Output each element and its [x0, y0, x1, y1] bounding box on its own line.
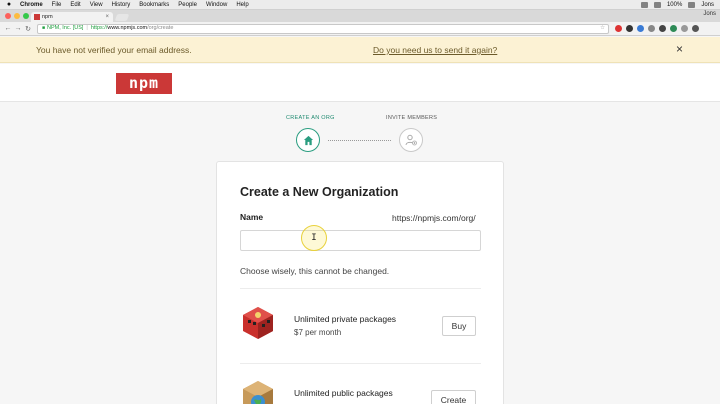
step-create-org-label: CREATE AN ORG	[286, 115, 335, 121]
minimize-window-icon[interactable]	[14, 13, 20, 19]
menu-chrome[interactable]: Chrome	[20, 0, 43, 10]
extension-icon[interactable]	[626, 25, 633, 32]
verify-email-banner: You have not verified your email address…	[0, 37, 720, 63]
banner-message: You have not verified your email address…	[36, 45, 192, 55]
step-invite-members	[399, 128, 423, 152]
battery-percent[interactable]: 100%	[667, 0, 682, 10]
url-path: /org/create	[147, 25, 174, 31]
extension-icon[interactable]	[670, 25, 677, 32]
mouse-cursor-highlight: I	[301, 225, 327, 251]
home-icon	[303, 135, 313, 145]
volume-icon[interactable]	[653, 1, 661, 8]
private-plan-price: $7 per month	[294, 328, 342, 337]
menu-window[interactable]: Window	[206, 0, 227, 10]
url-scheme: https://	[90, 25, 108, 31]
add-user-icon	[405, 134, 417, 146]
menu-edit[interactable]: Edit	[70, 0, 80, 10]
divider	[240, 288, 481, 289]
menu-history[interactable]: History	[112, 0, 131, 10]
menu-people[interactable]: People	[178, 0, 197, 10]
site-header: npm	[0, 64, 720, 102]
menu-bookmarks[interactable]: Bookmarks	[139, 0, 169, 10]
extension-icon[interactable]	[615, 25, 622, 32]
back-icon[interactable]: ←	[3, 25, 13, 32]
private-plan-title: Unlimited private packages	[294, 314, 397, 324]
menu-icon[interactable]	[692, 25, 699, 32]
extension-icons	[615, 25, 699, 32]
org-name-input[interactable]	[240, 230, 481, 251]
public-plan-title: Unlimited public packages	[294, 388, 393, 398]
profile-name[interactable]: Jons	[703, 11, 716, 17]
close-tab-icon[interactable]: ×	[105, 12, 109, 22]
tab-title: npm	[42, 14, 53, 20]
window-controls	[5, 13, 29, 19]
resend-email-link[interactable]: Do you need us to send it again?	[373, 45, 497, 55]
public-package-icon	[243, 381, 273, 404]
extension-icon[interactable]	[659, 25, 666, 32]
browser-toolbar: ← → ↻ ■ NPM, Inc. [US] | https:// www.np…	[0, 22, 720, 36]
address-bar[interactable]: ■ NPM, Inc. [US] | https:// www.npmjs.co…	[37, 23, 609, 34]
battery-icon[interactable]	[688, 1, 696, 8]
url-host: www.npmjs.com	[107, 25, 148, 31]
zoom-window-icon[interactable]	[23, 13, 29, 19]
security-label[interactable]: NPM, Inc. [US]	[47, 24, 83, 33]
browser-tabstrip: npm × Jons	[0, 10, 720, 22]
macos-menubar: ● Chrome File Edit View History Bookmark…	[0, 0, 720, 10]
extension-icon[interactable]	[681, 25, 688, 32]
address-separator: |	[86, 25, 88, 31]
private-package-icon	[243, 307, 273, 339]
extension-icon[interactable]	[637, 25, 644, 32]
step-invite-members-label: INVITE MEMBERS	[386, 115, 438, 121]
menubar-user[interactable]: Jons	[701, 0, 714, 10]
menubar-tray: 100% Jons	[640, 0, 720, 10]
lock-icon[interactable]: ■	[42, 24, 45, 33]
new-tab-button[interactable]	[114, 14, 130, 21]
create-org-card: Create a New Organization Name https://n…	[216, 161, 504, 404]
org-url-prefix: https://npmjs.com/org/	[392, 213, 476, 223]
page-title: Create a New Organization	[240, 185, 399, 199]
buy-button[interactable]: Buy	[442, 316, 476, 336]
apple-icon[interactable]: ●	[4, 0, 14, 10]
org-name-label: Name	[240, 212, 264, 222]
org-name-hint: Choose wisely, this cannot be changed.	[240, 266, 390, 276]
npm-logo[interactable]: npm	[116, 73, 172, 94]
extension-icon[interactable]	[648, 25, 655, 32]
forward-icon[interactable]: →	[13, 25, 23, 32]
bookmark-star-icon[interactable]: ☆	[600, 24, 605, 33]
menu-file[interactable]: File	[52, 0, 62, 10]
close-window-icon[interactable]	[5, 13, 11, 19]
npm-favicon-icon	[34, 14, 40, 20]
step-create-org	[296, 128, 320, 152]
reload-icon[interactable]: ↻	[23, 25, 33, 33]
step-connector	[328, 140, 391, 141]
menu-view[interactable]: View	[90, 0, 103, 10]
create-button[interactable]: Create	[431, 390, 476, 404]
browser-tab[interactable]: npm ×	[31, 12, 113, 22]
close-banner-icon[interactable]: ×	[676, 42, 683, 56]
text-cursor-icon: I	[311, 233, 317, 243]
divider	[240, 363, 481, 364]
wifi-icon[interactable]	[640, 1, 648, 8]
menu-help[interactable]: Help	[236, 0, 248, 10]
